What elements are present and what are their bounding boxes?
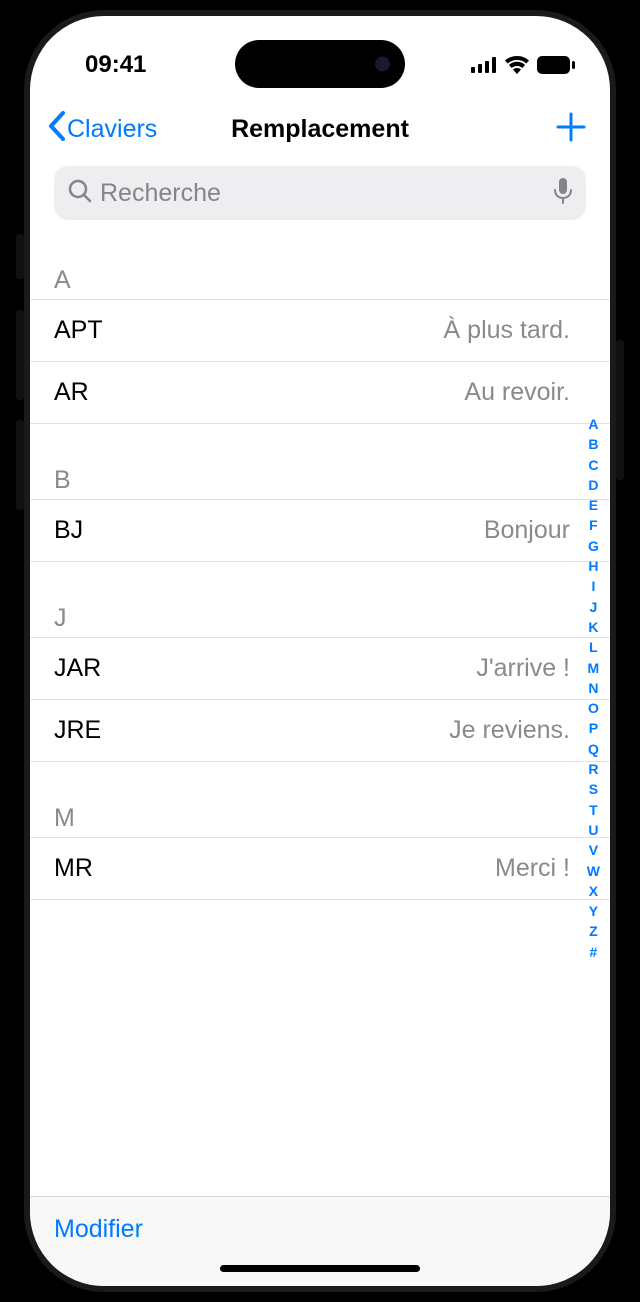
back-button[interactable]: Claviers xyxy=(48,111,157,147)
shortcut-label: BJ xyxy=(54,516,83,545)
add-button[interactable] xyxy=(556,109,592,149)
phrase-label: Je reviens. xyxy=(449,716,570,745)
index-letter[interactable]: I xyxy=(591,576,595,596)
index-letter[interactable]: E xyxy=(589,495,598,515)
list-item[interactable]: MR Merci ! xyxy=(30,838,610,900)
index-letter[interactable]: T xyxy=(589,800,598,820)
edit-button[interactable]: Modifier xyxy=(54,1215,143,1244)
section-header-m: M xyxy=(30,804,610,838)
index-letter[interactable]: P xyxy=(589,718,598,738)
index-letter[interactable]: B xyxy=(588,434,598,454)
chevron-left-icon xyxy=(48,111,66,147)
list-item[interactable]: JRE Je reviens. xyxy=(30,700,610,762)
index-letter[interactable]: # xyxy=(589,942,597,962)
index-letter[interactable]: O xyxy=(588,698,599,718)
search-input[interactable]: Recherche xyxy=(54,166,586,220)
index-letter[interactable]: Z xyxy=(589,921,598,941)
bottom-toolbar: Modifier xyxy=(30,1196,610,1286)
index-letter[interactable]: R xyxy=(588,759,598,779)
index-letter[interactable]: M xyxy=(588,658,600,678)
cellular-signal-icon xyxy=(471,57,497,73)
index-letter[interactable]: L xyxy=(589,637,598,657)
shortcut-label: AR xyxy=(54,378,89,407)
microphone-icon[interactable] xyxy=(554,178,572,209)
index-letter[interactable]: K xyxy=(588,617,598,637)
index-letter[interactable]: Y xyxy=(589,901,598,921)
search-placeholder: Recherche xyxy=(100,179,554,208)
alphabet-index[interactable]: A B C D E F G H I J K L M N O P Q R S T xyxy=(587,414,600,962)
shortcut-label: MR xyxy=(54,854,93,883)
index-letter[interactable]: U xyxy=(588,820,598,840)
section-header-a: A xyxy=(30,266,610,300)
list-item[interactable]: JAR J'arrive ! xyxy=(30,638,610,700)
index-letter[interactable]: X xyxy=(589,881,598,901)
index-letter[interactable]: D xyxy=(588,475,598,495)
back-label: Claviers xyxy=(67,115,157,144)
plus-icon xyxy=(556,112,586,142)
index-letter[interactable]: W xyxy=(587,861,600,881)
content-list: A APT À plus tard. AR Au revoir. B BJ Bo… xyxy=(30,266,610,1196)
wifi-icon xyxy=(505,56,529,74)
dynamic-island xyxy=(235,40,405,88)
index-letter[interactable]: S xyxy=(589,779,598,799)
index-letter[interactable]: Q xyxy=(588,739,599,759)
index-letter[interactable]: G xyxy=(588,536,599,556)
phrase-label: Bonjour xyxy=(484,516,570,545)
shortcut-label: JRE xyxy=(54,716,101,745)
battery-icon xyxy=(537,56,575,74)
index-letter[interactable]: F xyxy=(589,515,598,535)
navigation-bar: Claviers Remplacement xyxy=(30,100,610,158)
index-letter[interactable]: V xyxy=(589,840,598,860)
status-time: 09:41 xyxy=(85,51,146,79)
section-header-j: J xyxy=(30,604,610,638)
phrase-label: À plus tard. xyxy=(444,316,570,345)
shortcut-label: JAR xyxy=(54,654,101,683)
index-letter[interactable]: J xyxy=(589,597,597,617)
index-letter[interactable]: C xyxy=(588,455,598,475)
shortcut-label: APT xyxy=(54,316,103,345)
index-letter[interactable]: N xyxy=(588,678,598,698)
home-indicator[interactable] xyxy=(220,1265,420,1272)
list-item[interactable]: AR Au revoir. xyxy=(30,362,610,424)
section-header-b: B xyxy=(30,466,610,500)
phrase-label: Au revoir. xyxy=(464,378,570,407)
list-item[interactable]: BJ Bonjour xyxy=(30,500,610,562)
index-letter[interactable]: A xyxy=(588,414,598,434)
list-item[interactable]: APT À plus tard. xyxy=(30,300,610,362)
page-title: Remplacement xyxy=(231,115,409,144)
search-icon xyxy=(68,179,92,208)
index-letter[interactable]: H xyxy=(588,556,598,576)
phrase-label: J'arrive ! xyxy=(476,654,570,683)
phrase-label: Merci ! xyxy=(495,854,570,883)
